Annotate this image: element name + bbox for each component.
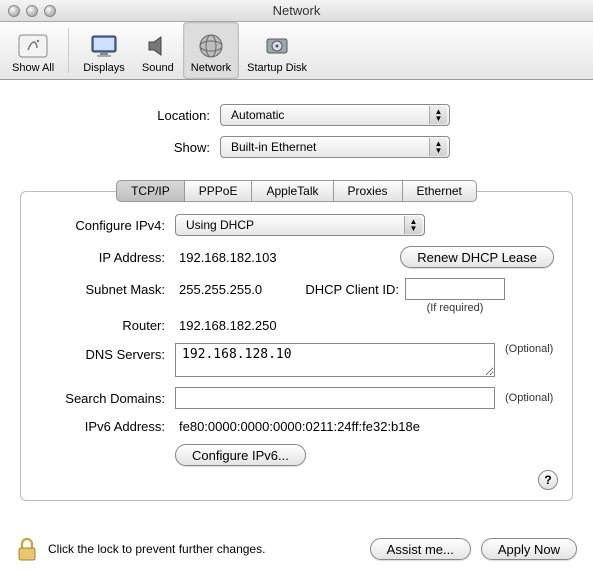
select-arrows-icon: ▲▼ <box>429 138 447 156</box>
toolbar-label: Startup Disk <box>247 62 307 74</box>
toolbar-label: Show All <box>12 62 54 74</box>
show-label: Show: <box>20 140 220 155</box>
toolbar-label: Sound <box>142 62 174 74</box>
window-title: Network <box>0 3 593 18</box>
tab-proxies[interactable]: Proxies <box>333 180 403 202</box>
select-arrows-icon: ▲▼ <box>404 216 422 234</box>
router-value: 192.168.182.250 <box>175 318 277 333</box>
show-all-icon <box>17 30 49 62</box>
ipv6-address-value: fe80:0000:0000:0000:0211:24ff:fe32:b18e <box>175 419 420 434</box>
toolbar-network[interactable]: Network <box>183 22 239 79</box>
toolbar-divider <box>68 28 69 73</box>
ip-address-label: IP Address: <box>39 250 175 265</box>
footer: Click the lock to prevent further change… <box>16 536 577 562</box>
subnet-mask-value: 255.255.255.0 <box>175 282 295 297</box>
toolbar-sound[interactable]: Sound <box>133 22 183 79</box>
apply-now-button[interactable]: Apply Now <box>481 538 577 560</box>
location-select[interactable]: Automatic ▲▼ <box>220 104 450 126</box>
dhcp-client-id-label: DHCP Client ID: <box>295 282 405 297</box>
lock-icon[interactable] <box>16 536 38 562</box>
toolbar-label: Displays <box>83 62 125 74</box>
configure-ipv4-label: Configure IPv4: <box>39 218 175 233</box>
client-id-note: (If required) <box>405 302 505 314</box>
search-domains-label: Search Domains: <box>39 391 175 406</box>
tab-ethernet[interactable]: Ethernet <box>402 180 477 202</box>
dns-servers-input[interactable] <box>175 343 495 377</box>
location-label: Location: <box>20 108 220 123</box>
configure-ipv6-button[interactable]: Configure IPv6... <box>175 444 306 466</box>
select-arrows-icon: ▲▼ <box>429 106 447 124</box>
subnet-mask-label: Subnet Mask: <box>39 282 175 297</box>
lock-text: Click the lock to prevent further change… <box>48 542 265 556</box>
titlebar: Network <box>0 0 593 22</box>
configure-ipv4-select[interactable]: Using DHCP ▲▼ <box>175 214 425 236</box>
dns-servers-label: DNS Servers: <box>39 343 175 362</box>
tab-pppoe[interactable]: PPPoE <box>184 180 253 202</box>
assist-me-button[interactable]: Assist me... <box>370 538 471 560</box>
toolbar-show-all[interactable]: Show All <box>4 22 62 79</box>
show-value: Built-in Ethernet <box>231 140 316 154</box>
ip-address-value: 192.168.182.103 <box>175 250 345 265</box>
displays-icon <box>88 30 120 62</box>
dns-optional-label: (Optional) <box>505 343 553 355</box>
configure-ipv4-value: Using DHCP <box>186 218 254 232</box>
location-value: Automatic <box>231 108 284 122</box>
toolbar-startup-disk[interactable]: Startup Disk <box>239 22 315 79</box>
content: Location: Automatic ▲▼ Show: Built-in Et… <box>0 80 593 509</box>
toolbar: Show All Displays Sound <box>0 22 593 80</box>
router-label: Router: <box>39 318 175 333</box>
tab-appletalk[interactable]: AppleTalk <box>251 180 333 202</box>
help-button[interactable]: ? <box>538 470 558 490</box>
sound-icon <box>142 30 174 62</box>
network-icon <box>195 30 227 62</box>
renew-dhcp-button[interactable]: Renew DHCP Lease <box>400 246 554 268</box>
toolbar-label: Network <box>191 62 231 74</box>
search-domains-input[interactable] <box>175 387 495 409</box>
toolbar-displays[interactable]: Displays <box>75 22 133 79</box>
ipv6-address-label: IPv6 Address: <box>39 419 175 434</box>
show-select[interactable]: Built-in Ethernet ▲▼ <box>220 136 450 158</box>
startup-disk-icon <box>261 30 293 62</box>
tcpip-pane: Configure IPv4: Using DHCP ▲▼ IP Address… <box>20 191 573 501</box>
tab-tcpip[interactable]: TCP/IP <box>116 180 185 202</box>
dhcp-client-id-input[interactable] <box>405 278 505 300</box>
tab-bar: TCP/IP PPPoE AppleTalk Proxies Ethernet <box>20 180 573 202</box>
search-optional-label: (Optional) <box>505 392 553 404</box>
